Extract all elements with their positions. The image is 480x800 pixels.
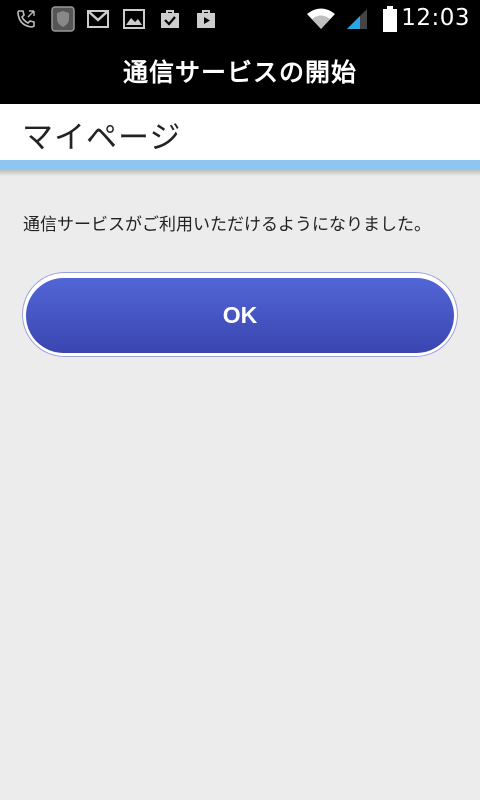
image-icon — [122, 6, 146, 32]
status-time: 12:03 — [401, 5, 470, 31]
status-message: 通信サービスがご利用いただけるようになりました。 — [23, 215, 431, 235]
page-title: 通信サービスの開始 — [122, 58, 357, 87]
page-header: マイページ — [0, 104, 480, 160]
status-bar: 12:03 — [0, 0, 480, 38]
ok-button[interactable]: OK — [26, 278, 454, 353]
phone-icon — [14, 6, 38, 32]
signal-icon — [344, 6, 370, 32]
title-bar: 通信サービスの開始 — [0, 38, 480, 104]
play-store-icon — [194, 6, 218, 32]
header-accent-bar — [0, 160, 480, 170]
header-shadow — [0, 170, 480, 176]
shield-icon — [50, 6, 76, 32]
gmail-icon — [86, 6, 110, 32]
header-title: マイページ — [22, 120, 182, 156]
battery-icon — [382, 6, 398, 32]
wifi-icon — [306, 6, 336, 32]
briefcase-check-icon — [158, 6, 182, 32]
